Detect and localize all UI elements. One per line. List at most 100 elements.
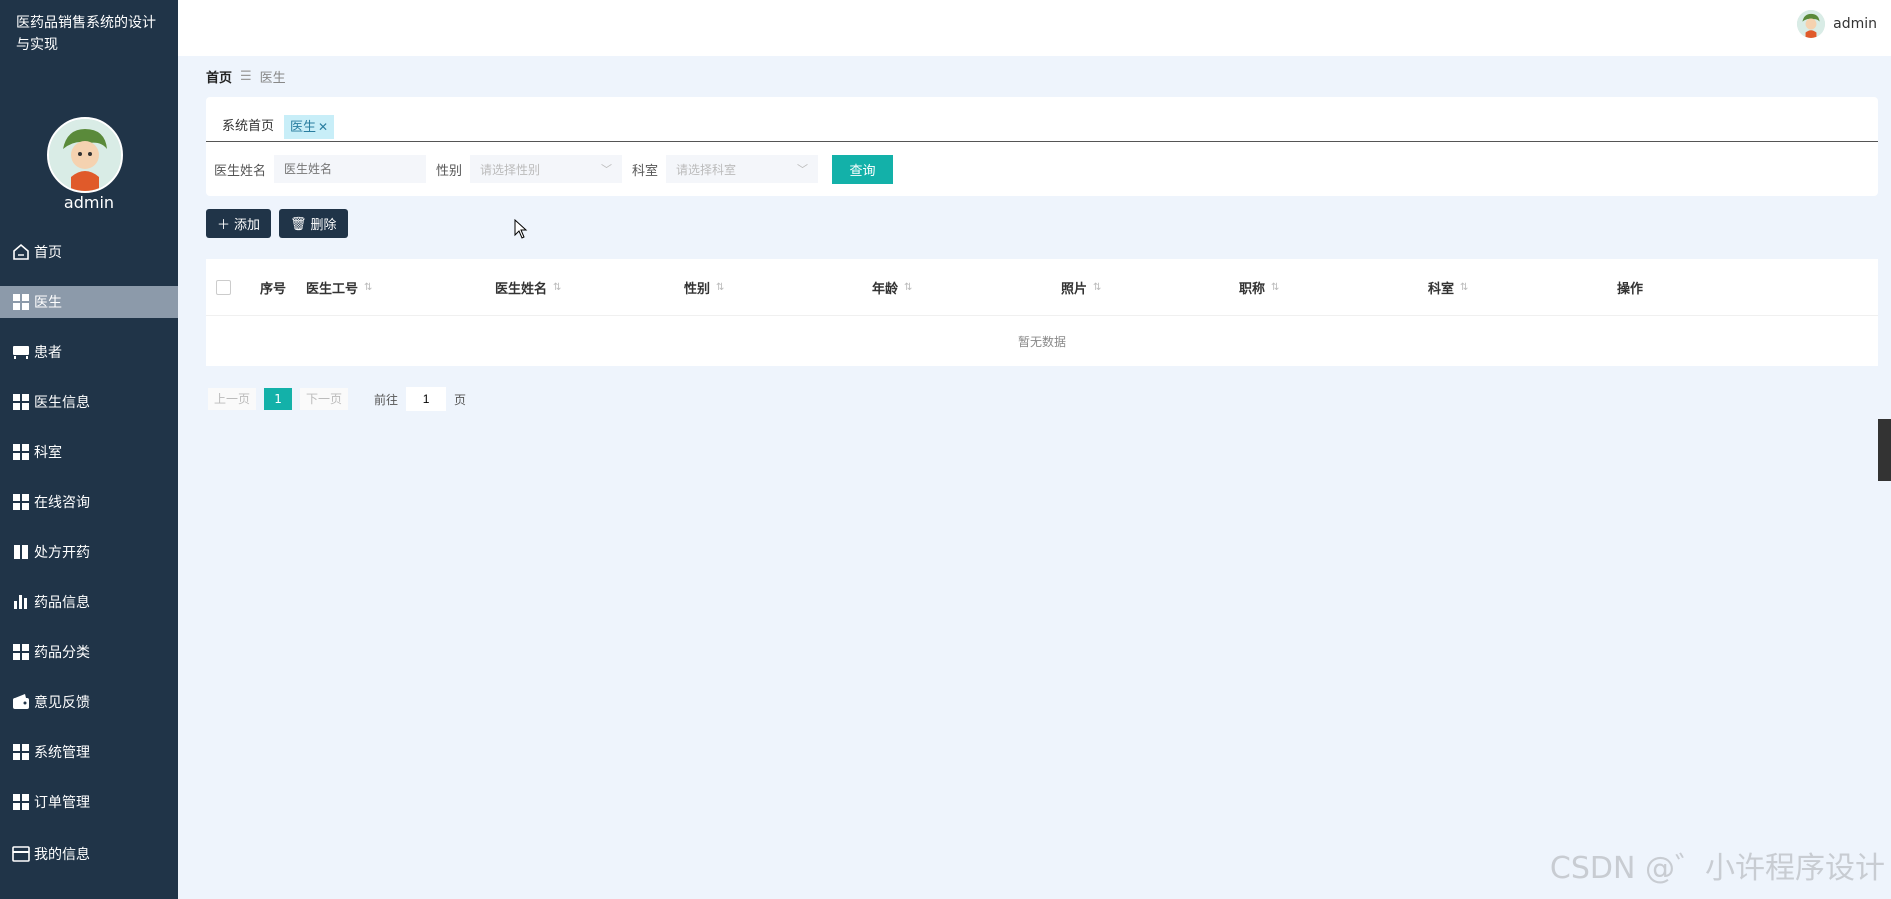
mouse-cursor-icon [514, 218, 528, 243]
tab-divider [206, 141, 1878, 142]
sort-icon[interactable]: ⇅ [364, 282, 372, 293]
sidebar-item-prescription[interactable]: 处方开药 [0, 536, 178, 568]
sidebar-item-medicine-category[interactable]: 药品分类 [0, 636, 178, 668]
action-bar: ＋ 添加 🗑 删除 [206, 209, 348, 238]
plus-icon: ＋ [217, 217, 231, 232]
topbar: admin [178, 0, 1891, 56]
sidebar-item-label: 我的信息 [34, 847, 90, 863]
watermark: CSDN @゛小许程序设计 [1549, 851, 1885, 886]
bed-icon [12, 343, 30, 361]
column-header-title[interactable]: 职称 ⇅ [1239, 259, 1279, 315]
sidebar-item-department[interactable]: 科室 [0, 436, 178, 468]
sidebar-username: admin [63, 193, 115, 212]
sort-icon[interactable]: ⇅ [716, 282, 724, 293]
next-page-button[interactable]: 下一页 [300, 388, 349, 410]
sidebar-item-doctor-info[interactable]: 医生信息 [0, 386, 178, 418]
sidebar-item-system[interactable]: 系统管理 [0, 736, 178, 768]
query-button[interactable]: 查询 [832, 154, 894, 184]
avatar[interactable] [47, 117, 123, 193]
grid-icon [12, 493, 30, 511]
side-panel-handle[interactable] [1878, 419, 1891, 481]
tab-label: 医生 [290, 120, 317, 135]
sidebar-item-medicine-info[interactable]: 药品信息 [0, 586, 178, 618]
grid-icon [12, 743, 30, 761]
column-title: 序号 [260, 281, 287, 297]
sidebar-item-label: 订单管理 [34, 795, 90, 811]
sort-icon[interactable]: ⇅ [1460, 282, 1468, 293]
chevron-down-icon: ﹀ [601, 163, 613, 176]
gender-label: 性别 [436, 163, 463, 179]
empty-text: 暂无数据 [1017, 335, 1066, 349]
gender-select[interactable]: 请选择性别 ﹀ [470, 155, 623, 183]
department-select[interactable]: 请选择科室 ﹀ [666, 155, 819, 183]
trash-icon: 🗑 [290, 215, 307, 231]
sidebar-item-label: 系统管理 [34, 745, 90, 761]
department-placeholder: 请选择科室 [676, 162, 737, 177]
sidebar-item-home[interactable]: 首页 [0, 236, 178, 268]
search-panel: 系统首页 医生✕ 医生姓名 性别 请选择性别 ﹀ 科室 请选择科室 ﹀ 查询 [206, 97, 1878, 196]
column-header-gender[interactable]: 性别 ⇅ [684, 259, 724, 315]
sort-icon[interactable]: ⇅ [1271, 282, 1279, 293]
breadcrumb: 首页 ☰ 医生 [206, 67, 286, 86]
delete-label: 删除 [310, 217, 337, 232]
column-header-photo[interactable]: 照片 ⇅ [1061, 259, 1101, 315]
grid-icon [12, 793, 30, 811]
doctor-name-input[interactable] [274, 155, 427, 183]
column-title: 年龄 [872, 281, 899, 297]
grid-icon [12, 393, 30, 411]
delete-button[interactable]: 🗑 删除 [279, 209, 348, 238]
checkbox[interactable] [216, 279, 231, 295]
sidebar-item-my-info[interactable]: 我的信息 [0, 838, 178, 870]
sort-icon[interactable]: ⇅ [904, 282, 912, 293]
app-title: 医药品销售系统的设计与实现 [16, 15, 156, 53]
column-header-doctor-id[interactable]: 医生工号 ⇅ [306, 259, 372, 315]
column-header-department[interactable]: 科室 ⇅ [1428, 259, 1468, 315]
breadcrumb-separator: ☰ [240, 69, 252, 84]
sidebar-item-label: 医生信息 [34, 395, 90, 411]
search-form: 医生姓名 性别 请选择性别 ﹀ 科室 请选择科室 ﹀ 查询 [214, 154, 894, 184]
add-button[interactable]: ＋ 添加 [206, 209, 272, 238]
grid-icon [12, 443, 30, 461]
column-header-actions: 操作 [1617, 259, 1643, 315]
sidebar-item-label: 在线咨询 [34, 495, 90, 511]
sidebar-item-label: 医生 [34, 295, 62, 311]
top-username: admin [1833, 16, 1877, 32]
page-number-current[interactable]: 1 [264, 388, 293, 410]
column-title: 性别 [684, 281, 711, 297]
sidebar-item-doctor[interactable]: 医生 [0, 286, 178, 318]
sidebar-item-label: 首页 [34, 245, 62, 261]
column-title: 职称 [1239, 281, 1266, 297]
column-header-doctor-name[interactable]: 医生姓名 ⇅ [495, 259, 561, 315]
gender-placeholder: 请选择性别 [480, 162, 541, 177]
tab-label: 系统首页 [222, 119, 275, 134]
sort-icon[interactable]: ⇅ [553, 282, 561, 293]
sidebar-item-label: 患者 [34, 345, 62, 361]
user-menu[interactable]: admin [1797, 10, 1877, 38]
sidebar-item-patient[interactable]: 患者 [0, 336, 178, 368]
column-title: 医生姓名 [495, 281, 548, 297]
tab-doctor[interactable]: 医生 ✕ [284, 115, 335, 139]
sidebar-item-label: 科室 [34, 445, 62, 461]
column-header-age[interactable]: 年龄 ⇅ [872, 259, 912, 315]
sidebar-item-consult[interactable]: 在线咨询 [0, 486, 178, 518]
home-icon [12, 243, 30, 261]
sidebar-item-label: 处方开药 [34, 545, 90, 561]
close-icon[interactable]: ✕ [318, 120, 328, 134]
column-title: 医生工号 [306, 281, 359, 297]
bar-chart-icon [12, 593, 30, 611]
goto-label: 前往 [374, 392, 399, 407]
goto-page-input[interactable] [406, 387, 447, 411]
sort-icon[interactable]: ⇅ [1093, 282, 1101, 293]
sidebar: 医药品销售系统的设计与实现 admin 首页 医生 患者 医生信息 科室 在线咨… [0, 0, 178, 899]
avatar [1797, 10, 1826, 38]
column-header-index: 序号 [260, 259, 286, 315]
breadcrumb-home[interactable]: 首页 [206, 67, 232, 86]
sidebar-item-label: 药品信息 [34, 595, 90, 611]
tab-system-home[interactable]: 系统首页 [216, 115, 280, 139]
select-all-checkbox[interactable] [216, 259, 231, 315]
sidebar-item-orders[interactable]: 订单管理 [0, 786, 178, 818]
prev-page-button[interactable]: 上一页 [208, 388, 257, 410]
wallet-icon [12, 693, 30, 711]
sidebar-item-feedback[interactable]: 意见反馈 [0, 686, 178, 718]
card-icon [12, 845, 30, 863]
